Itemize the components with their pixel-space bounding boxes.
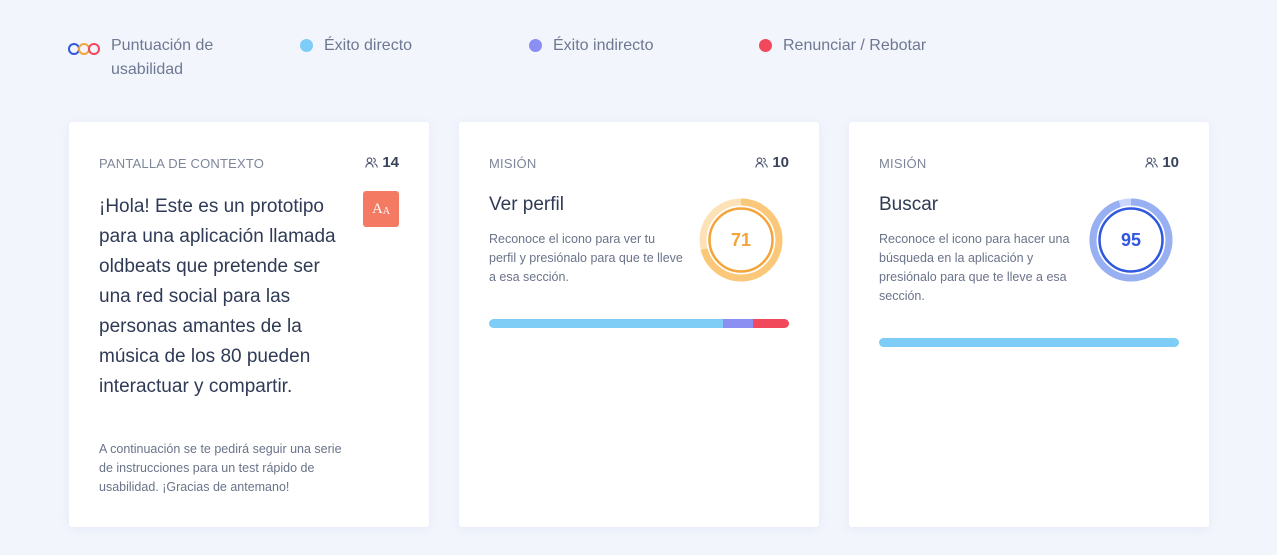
participant-count-value: 10 bbox=[772, 154, 789, 171]
legend-score-label: Puntuación de usabilidad bbox=[111, 37, 214, 78]
participant-count: 10 bbox=[1145, 154, 1179, 171]
result-breakdown-bar bbox=[489, 319, 789, 328]
participant-count: 10 bbox=[755, 154, 789, 171]
participant-count-value: 10 bbox=[1162, 154, 1179, 171]
context-screen-card[interactable]: PANTALLA DE CONTEXTO 14 ¡Hola! Este es u… bbox=[69, 122, 429, 527]
usability-logo-icon bbox=[68, 43, 100, 55]
card-kicker: MISIÓN bbox=[879, 156, 927, 171]
legend-indirect: Éxito indirecto bbox=[529, 34, 654, 58]
mission-card-ver-perfil[interactable]: MISIÓN 10 Ver perfil Reconoce el icono p… bbox=[459, 122, 819, 527]
legend-usability-score: Puntuación de usabilidad bbox=[68, 34, 258, 82]
indirect-dot bbox=[529, 39, 542, 52]
participant-count-value: 14 bbox=[382, 154, 399, 171]
bar-segment-direct bbox=[489, 319, 723, 328]
direct-dot bbox=[300, 39, 313, 52]
legend-direct: Éxito directo bbox=[300, 34, 412, 58]
usability-score-ring: 71 bbox=[698, 197, 784, 283]
card-kicker: MISIÓN bbox=[489, 156, 537, 171]
icon-letter-small: A bbox=[382, 206, 391, 217]
users-icon bbox=[1145, 157, 1159, 168]
mission-card-buscar[interactable]: MISIÓN 10 Buscar Reconoce el icono para … bbox=[849, 122, 1209, 527]
mission-description: Reconoce el icono para hacer una búsqued… bbox=[879, 232, 1070, 303]
result-breakdown-bar bbox=[879, 338, 1179, 347]
legend-bounce-label: Renunciar / Rebotar bbox=[783, 37, 927, 54]
card-header: MISIÓN 10 bbox=[489, 154, 789, 173]
card-header: MISIÓN 10 bbox=[879, 154, 1179, 173]
card-header: PANTALLA DE CONTEXTO 14 bbox=[99, 154, 399, 173]
text-size-icon: AA bbox=[363, 191, 399, 227]
bar-segment-bounce bbox=[753, 319, 789, 328]
legend-indirect-label: Éxito indirecto bbox=[553, 37, 654, 54]
context-description: A continuación se te pedirá seguir una s… bbox=[99, 442, 342, 494]
icon-letter-large: A bbox=[371, 200, 383, 217]
usability-score-value: 95 bbox=[1120, 229, 1142, 250]
bounce-dot bbox=[759, 39, 772, 52]
users-icon bbox=[365, 157, 379, 168]
bar-segment-direct bbox=[879, 338, 1179, 347]
mission-description: Reconoce el icono para ver tu perfil y p… bbox=[489, 232, 683, 284]
mission-title: Buscar bbox=[879, 194, 939, 215]
context-title: ¡Hola! Este es un prototipo para una apl… bbox=[99, 196, 336, 397]
participant-count: 14 bbox=[365, 154, 399, 171]
card-kicker: PANTALLA DE CONTEXTO bbox=[99, 156, 265, 171]
legend: Puntuación de usabilidad Éxito directo É… bbox=[68, 34, 1168, 84]
legend-direct-label: Éxito directo bbox=[324, 37, 413, 54]
usability-score-value: 71 bbox=[730, 229, 752, 250]
users-icon bbox=[755, 157, 769, 168]
usability-score-ring: 95 bbox=[1088, 197, 1174, 283]
bar-segment-indirect bbox=[723, 319, 753, 328]
mission-title: Ver perfil bbox=[489, 194, 564, 215]
legend-bounce: Renunciar / Rebotar bbox=[759, 34, 926, 58]
